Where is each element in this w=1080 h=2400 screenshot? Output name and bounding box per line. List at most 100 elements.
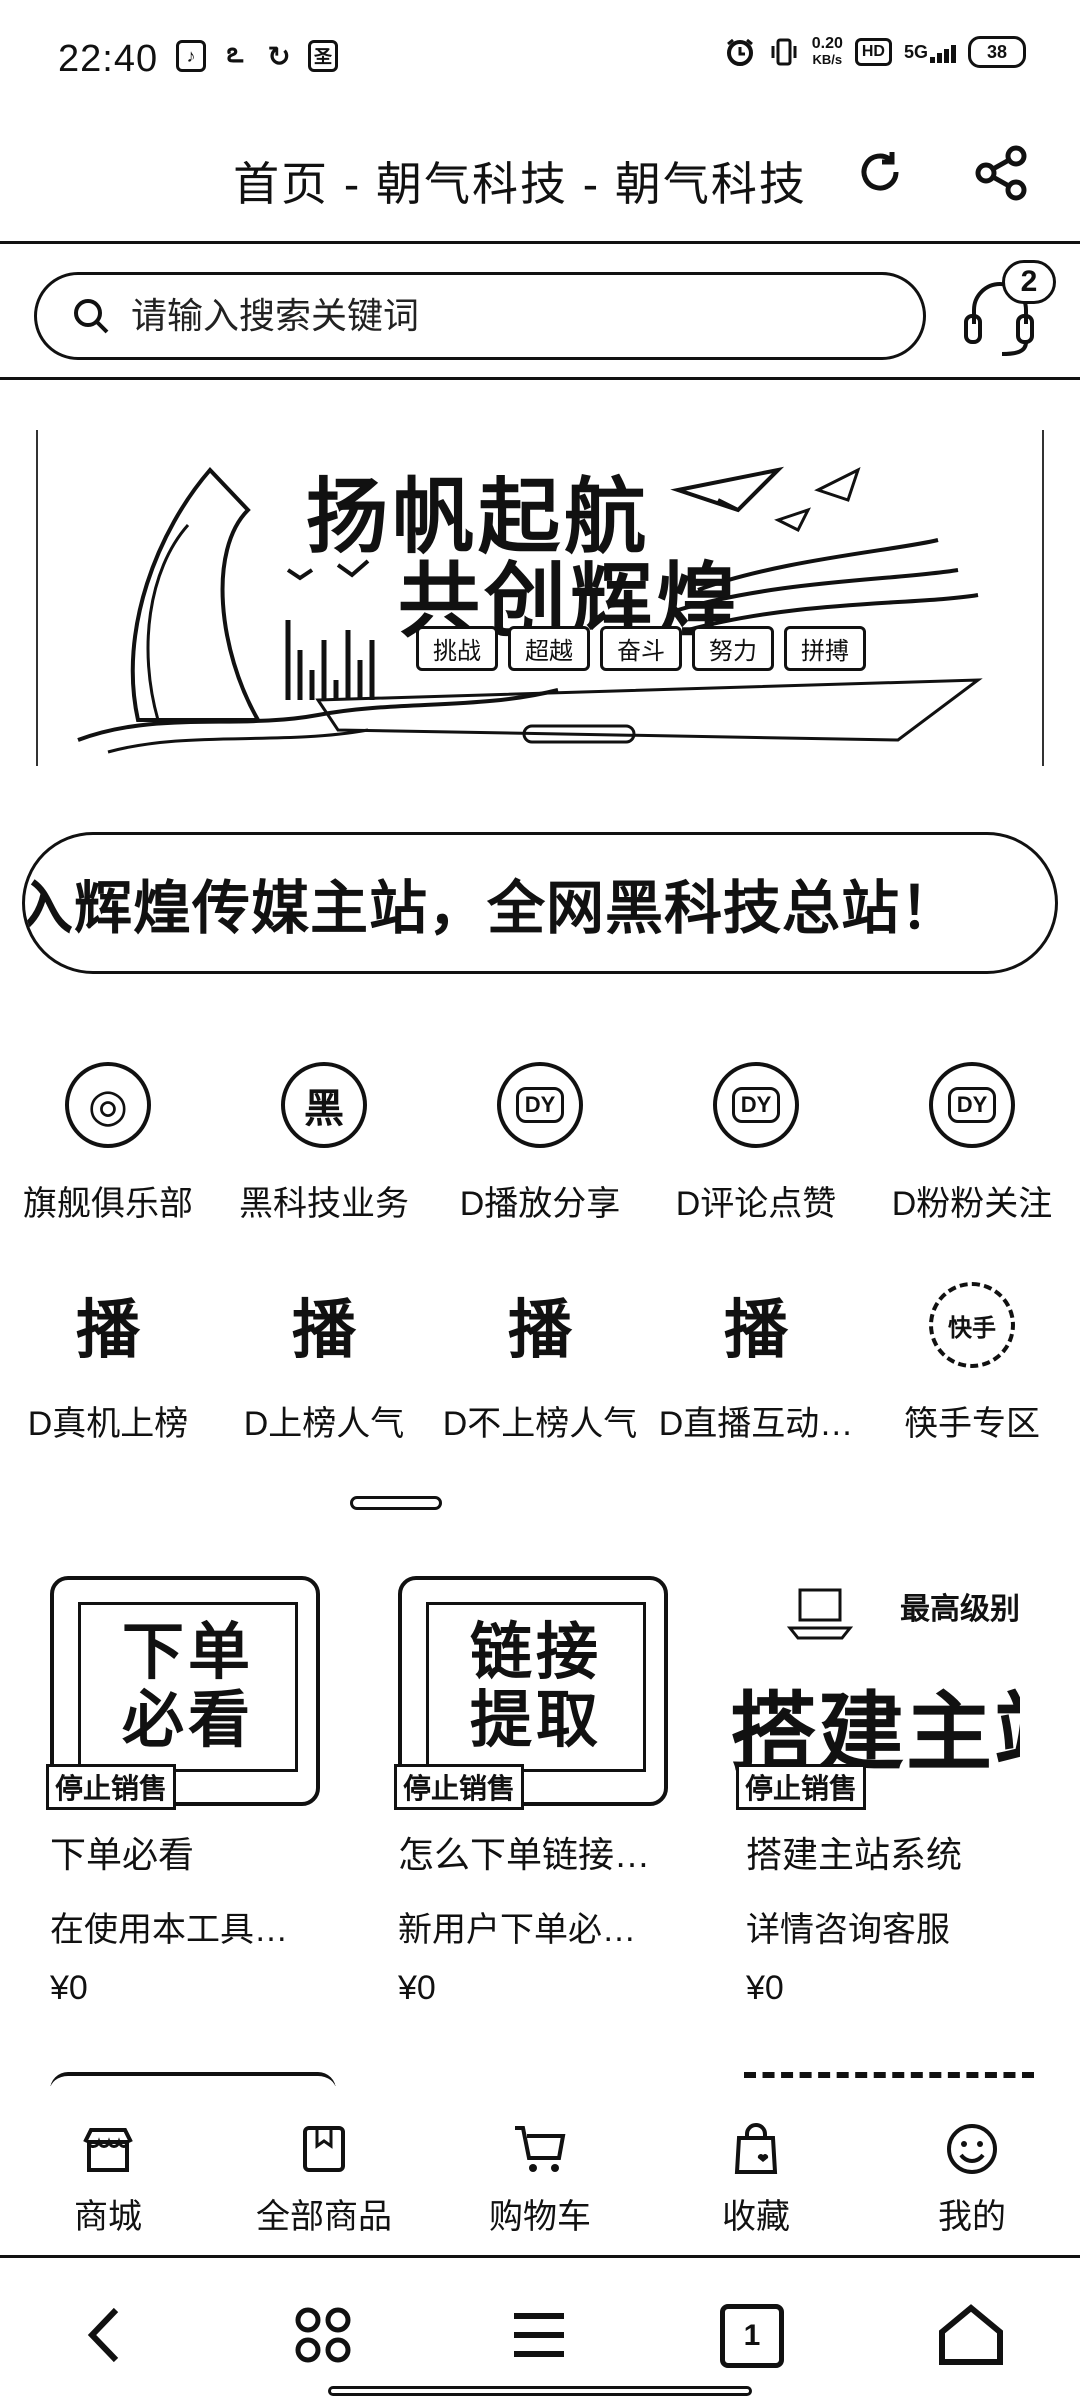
category-black-tech[interactable]: 黑 黑科技业务 (216, 1062, 432, 1225)
product-thumbnail: 最高级别 搭建主站 停止销售 (730, 1574, 1020, 1814)
nav-label: 商城 (74, 2198, 142, 2236)
search-box[interactable] (34, 272, 926, 360)
thumb-tag: 最高级别 (900, 1593, 1020, 1626)
category-row: 播 D真机上榜 播 D上榜人气 播 D不上榜人气 播 D直播互动… 快手 筷手专… (0, 1282, 1080, 1482)
menu-icon[interactable] (504, 2300, 574, 2370)
category-flagship-club[interactable]: ◎ 旗舰俱乐部 (0, 1062, 216, 1225)
category-kuaishou-zone[interactable]: 快手 筷手专区 (864, 1282, 1080, 1445)
favorite-bag-icon (734, 2123, 778, 2174)
announcement-marquee[interactable]: 入辉煌传媒主站，全网黑科技总站！ (22, 832, 1058, 974)
smile-icon (947, 2124, 997, 2174)
category-label: 筷手专区 (904, 1405, 1040, 1443)
product-desc: 新用户下单必… (398, 1911, 636, 1949)
category-row: ◎ 旗舰俱乐部 黑 黑科技业务 DY D播放分享 DY D评论点赞 DY D粉粉… (0, 1062, 1080, 1262)
product-desc: 详情咨询客服 (746, 1911, 950, 1949)
nav-label: 全部商品 (256, 2198, 392, 2236)
club-logo-icon: ◎ (65, 1062, 151, 1148)
title-bar: 首页 - 朝气科技 - 朝气科技 (0, 118, 1080, 244)
page-title: 首页 - 朝气科技 - 朝气科技 (233, 158, 807, 210)
stop-sale-badge: 停止销售 (394, 1764, 525, 1810)
category-label: D直播互动… (658, 1405, 854, 1443)
back-icon[interactable] (72, 2300, 142, 2370)
hd-badge: HD (854, 38, 892, 66)
system-navigation-bar: 1 (0, 2260, 1080, 2400)
category-d-follow[interactable]: DY D粉粉关注 (864, 1062, 1080, 1225)
category-label: D不上榜人气 (442, 1405, 638, 1443)
product-price: ¥0 (746, 1969, 784, 2007)
alarm-icon (726, 38, 753, 66)
nav-profile[interactable]: 我的 (864, 2120, 1080, 2238)
category-d-no-rank-popularity[interactable]: 播 D不上榜人气 (432, 1282, 648, 1445)
broadcast-icon: 播 (76, 1294, 140, 1366)
category-label: 黑科技业务 (239, 1185, 409, 1223)
tabs-icon[interactable]: 1 (720, 2304, 784, 2368)
cart-icon (515, 2126, 566, 2172)
announcement-text: 入辉煌传媒主站，全网黑科技总站！ (22, 876, 960, 941)
black-tech-icon: 黑 (281, 1062, 367, 1148)
category-label: 旗舰俱乐部 (23, 1185, 193, 1223)
product-thumbnail: 下单 必看 停止销售 (34, 1574, 324, 1814)
category-d-comment-like[interactable]: DY D评论点赞 (648, 1062, 864, 1225)
nav-all-products[interactable]: 全部商品 (216, 2120, 432, 2238)
broadcast-icon: 播 (724, 1294, 788, 1366)
stop-sale-badge: 停止销售 (736, 1764, 867, 1810)
product-name: 怎么下单链接… (398, 1834, 651, 1875)
share-icon[interactable] (970, 142, 1032, 204)
catalog-icon (303, 2126, 345, 2172)
support-badge: 2 (1002, 260, 1056, 304)
product-card[interactable]: 下单 必看 停止销售 下单必看 在使用本工具… ¥0 (34, 1574, 334, 2008)
nav-favorites[interactable]: 收藏 (648, 2120, 864, 2238)
system-indicators: 0.20 KB/s HD 5G 38 (724, 36, 1026, 68)
status-bar: 22:40 ♪ ఽ ↻ 圣 0.20 KB/s HD 5G 38 (0, 0, 1080, 118)
promo-banner[interactable]: 扬帆起航 共创辉煌 挑战 超越 奋斗 努力 拼搏 (36, 430, 1044, 766)
nav-cart[interactable]: 购物车 (432, 2120, 648, 2238)
laptop-icon (786, 1588, 854, 1640)
product-desc: 在使用本工具… (50, 1911, 288, 1949)
banner-tag: 拼搏 (784, 626, 866, 671)
product-name: 下单必看 (50, 1834, 195, 1875)
category-d-real-device-rank[interactable]: 播 D真机上榜 (0, 1282, 216, 1445)
banner-tags: 挑战 超越 奋斗 努力 拼搏 (416, 626, 866, 671)
category-label: D粉粉关注 (891, 1185, 1053, 1223)
category-label: D上榜人气 (243, 1405, 405, 1443)
nav-store[interactable]: 商城 (0, 2120, 216, 2238)
category-label: D评论点赞 (675, 1185, 837, 1223)
banner-tag: 挑战 (416, 626, 498, 671)
tiktok-icon: ♪ (176, 40, 206, 72)
category-d-play-share[interactable]: DY D播放分享 (432, 1062, 648, 1225)
qq-icon: ఽ (226, 36, 244, 68)
notification-icons: ♪ ఽ ↻ 圣 (176, 36, 338, 72)
category-label: D真机上榜 (27, 1405, 189, 1443)
apps-icon[interactable] (288, 2300, 358, 2370)
gesture-bar[interactable] (328, 2386, 752, 2396)
kuaishou-icon: 快手 (929, 1282, 1015, 1368)
search-row: 2 (0, 246, 1080, 380)
product-price: ¥0 (50, 1969, 88, 2007)
nav-label: 收藏 (722, 2198, 790, 2236)
search-icon (74, 299, 109, 334)
category-d-live-interaction[interactable]: 播 D直播互动… (648, 1282, 864, 1445)
stop-sale-badge: 停止销售 (46, 1764, 177, 1810)
signal-icon: 5G (904, 42, 956, 63)
search-input[interactable] (131, 295, 851, 337)
banner-tag: 努力 (692, 626, 774, 671)
douyin-icon: DY (929, 1062, 1015, 1148)
app-bottom-nav: 商城 全部商品 购物车 收藏 我的 (0, 2086, 1080, 2258)
home-icon[interactable] (936, 2300, 1006, 2370)
broadcast-icon: 播 (292, 1294, 356, 1366)
category-label: D播放分享 (459, 1185, 621, 1223)
product-price: ¥0 (398, 1969, 436, 2007)
douyin-icon: DY (497, 1062, 583, 1148)
product-thumbnail: 链接 提取 停止销售 (382, 1574, 672, 1814)
product-card[interactable]: 最高级别 搭建主站 停止销售 搭建主站系统 详情咨询客服 ¥0 (730, 1574, 1030, 2008)
douyin-icon: DY (713, 1062, 799, 1148)
product-card[interactable]: 链接 提取 停止销售 怎么下单链接… 新用户下单必… ¥0 (382, 1574, 682, 2008)
nav-label: 购物车 (489, 2198, 591, 2236)
battery-icon: 38 (968, 36, 1026, 68)
category-d-rank-popularity[interactable]: 播 D上榜人气 (216, 1282, 432, 1445)
broadcast-icon: 播 (508, 1294, 572, 1366)
refresh-icon[interactable] (852, 144, 908, 200)
net-speed: 0.20 KB/s (811, 35, 843, 68)
carousel-page-indicator (350, 1496, 442, 1510)
product-name: 搭建主站系统 (746, 1834, 963, 1875)
